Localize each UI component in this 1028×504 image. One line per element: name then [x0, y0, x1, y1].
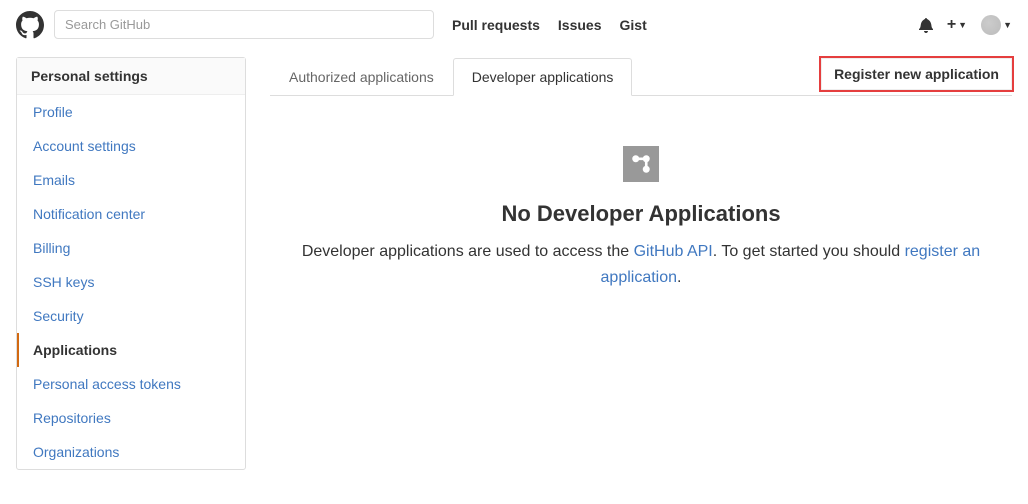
caret-down-icon: ▼: [1003, 20, 1012, 30]
main-content: Authorized applications Developer applic…: [270, 57, 1012, 470]
avatar-icon: [981, 15, 1001, 35]
sidebar-item-notification-center[interactable]: Notification center: [17, 197, 245, 231]
tab-authorized-applications[interactable]: Authorized applications: [270, 58, 453, 96]
blankslate: No Developer Applications Developer appl…: [270, 96, 1012, 290]
sidebar-item-billing[interactable]: Billing: [17, 231, 245, 265]
sidebar-item-account-settings[interactable]: Account settings: [17, 129, 245, 163]
register-new-application-button[interactable]: Register new application: [821, 58, 1012, 90]
nav-links: Pull requests Issues Gist: [452, 17, 647, 33]
nav-pull-requests[interactable]: Pull requests: [452, 17, 540, 33]
nav-issues[interactable]: Issues: [558, 17, 602, 33]
plus-icon: +: [947, 16, 956, 34]
tabs: Authorized applications Developer applic…: [270, 57, 632, 95]
header: Pull requests Issues Gist +▼ ▼: [0, 0, 1028, 49]
blankslate-text: Developer applications are used to acces…: [290, 239, 992, 290]
blankslate-title: No Developer Applications: [290, 201, 992, 227]
nav-gist[interactable]: Gist: [620, 17, 647, 33]
search-input[interactable]: [54, 10, 434, 39]
application-icon: [623, 146, 659, 182]
sidebar-item-personal-access-tokens[interactable]: Personal access tokens: [17, 367, 245, 401]
sidebar-item-repositories[interactable]: Repositories: [17, 401, 245, 435]
github-logo-icon[interactable]: [16, 11, 44, 39]
user-menu[interactable]: ▼: [981, 15, 1012, 35]
create-new-menu[interactable]: +▼: [947, 16, 967, 34]
sidebar-item-organizations[interactable]: Organizations: [17, 435, 245, 469]
sidebar-item-security[interactable]: Security: [17, 299, 245, 333]
caret-down-icon: ▼: [958, 20, 967, 30]
sidebar: Personal settings Profile Account settin…: [16, 57, 246, 470]
sidebar-item-profile[interactable]: Profile: [17, 95, 245, 129]
sidebar-item-ssh-keys[interactable]: SSH keys: [17, 265, 245, 299]
sidebar-item-applications[interactable]: Applications: [17, 333, 245, 367]
notifications-icon[interactable]: [919, 17, 933, 33]
tab-developer-applications[interactable]: Developer applications: [453, 58, 633, 96]
sidebar-item-emails[interactable]: Emails: [17, 163, 245, 197]
github-api-link[interactable]: GitHub API: [634, 243, 713, 260]
sidebar-title: Personal settings: [17, 58, 245, 95]
